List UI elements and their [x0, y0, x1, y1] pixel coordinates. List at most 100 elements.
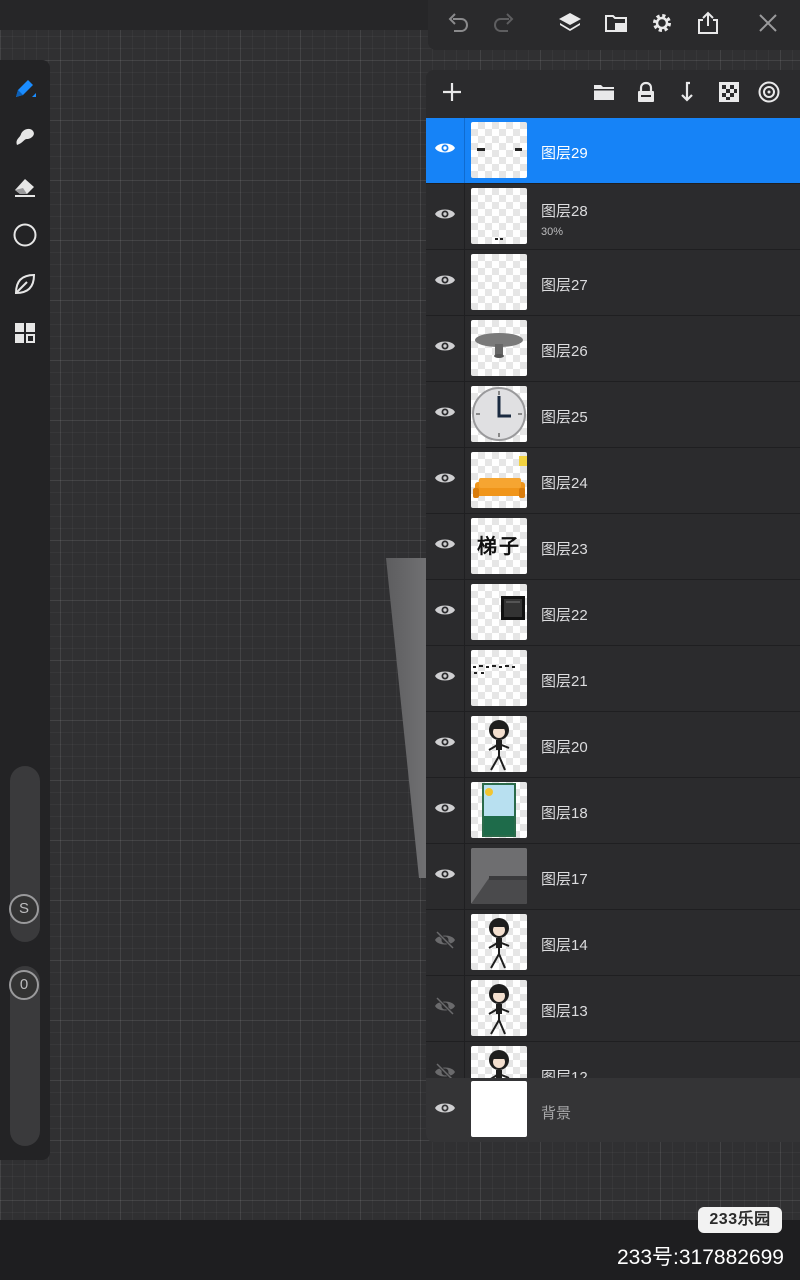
visibility-toggle[interactable] — [433, 334, 457, 362]
size-knob[interactable]: S — [9, 894, 39, 924]
layer-thumbnail — [471, 782, 527, 838]
layers-panel: 图层29 图层28 30% 图层27 图层26 图层25 图层24 梯子 图层23 图层22 图层2… — [426, 70, 800, 1142]
shape-tool[interactable] — [9, 221, 41, 253]
eraser-tool[interactable] — [9, 172, 41, 204]
visibility-toggle[interactable] — [433, 796, 457, 824]
opacity-knob[interactable]: 0 — [9, 970, 39, 1000]
layer-row[interactable]: 梯子 图层23 — [426, 514, 800, 580]
visibility-toggle[interactable] — [433, 1096, 457, 1124]
layer-row[interactable]: 图层28 30% — [426, 184, 800, 250]
row-divider — [464, 184, 465, 249]
layer-row[interactable]: 图层13 — [426, 976, 800, 1042]
merge-down-icon — [675, 80, 699, 109]
background-layer-row[interactable]: 背景 — [426, 1078, 800, 1142]
layer-row[interactable]: 图层12 — [426, 1042, 800, 1078]
layer-name: 图层17 — [541, 871, 588, 888]
opacity-slider[interactable]: 0 — [9, 966, 40, 1146]
layer-name: 图层20 — [541, 739, 588, 756]
liquify-tool[interactable] — [9, 270, 41, 302]
brush-icon — [12, 75, 38, 106]
brush-tool[interactable] — [9, 74, 41, 106]
visibility-toggle[interactable] — [433, 664, 457, 692]
row-divider — [464, 580, 465, 645]
layer-row[interactable]: 图层22 — [426, 580, 800, 646]
undo-button[interactable] — [442, 9, 474, 41]
row-divider — [464, 448, 465, 513]
new-folder-button[interactable] — [588, 78, 620, 110]
smudge-tool[interactable] — [9, 123, 41, 155]
visibility-toggle[interactable] — [433, 598, 457, 626]
row-divider — [464, 316, 465, 381]
import-button[interactable] — [600, 9, 632, 41]
layer-row[interactable]: 图层21 — [426, 646, 800, 712]
layers-icon — [557, 10, 583, 41]
left-toolbar: S 0 — [0, 60, 50, 1160]
visibility-toggle[interactable] — [433, 136, 457, 164]
visibility-toggle[interactable] — [433, 202, 457, 230]
layer-row[interactable]: 图层25 — [426, 382, 800, 448]
visibility-toggle[interactable] — [433, 730, 457, 758]
transparency-button[interactable] — [713, 78, 745, 110]
blend-icon — [757, 80, 781, 109]
row-divider — [464, 844, 465, 909]
brush-size-slider[interactable]: S — [9, 766, 40, 942]
layer-thumbnail — [471, 254, 527, 310]
layer-row[interactable]: 图层18 — [426, 778, 800, 844]
settings-button[interactable] — [646, 9, 678, 41]
row-divider — [464, 1042, 465, 1078]
layer-row[interactable]: 图层17 — [426, 844, 800, 910]
eye-icon — [434, 335, 456, 362]
merge-down-button[interactable] — [671, 78, 703, 110]
layer-thumbnail — [471, 1081, 527, 1137]
eye-icon — [434, 203, 456, 230]
eye-icon — [434, 599, 456, 626]
layer-thumbnail — [471, 914, 527, 970]
layers-list[interactable]: 图层29 图层28 30% 图层27 图层26 图层25 图层24 梯子 图层23 图层22 图层2… — [426, 118, 800, 1078]
layer-row[interactable]: 图层14 — [426, 910, 800, 976]
layer-name: 图层21 — [541, 673, 588, 690]
visibility-toggle[interactable] — [433, 928, 457, 956]
row-divider — [464, 976, 465, 1041]
layer-name: 图层22 — [541, 607, 588, 624]
layer-thumbnail — [471, 650, 527, 706]
layer-row[interactable]: 图层20 — [426, 712, 800, 778]
layers-button[interactable] — [554, 9, 586, 41]
layer-opacity: 30% — [541, 226, 564, 238]
close-button[interactable] — [752, 9, 784, 41]
layer-name: 图层13 — [541, 1003, 588, 1020]
layer-thumbnail — [471, 1046, 527, 1078]
visibility-toggle[interactable] — [433, 466, 457, 494]
visibility-toggle[interactable] — [433, 268, 457, 296]
add-layer-button[interactable] — [436, 78, 468, 110]
lock-layer-button[interactable] — [630, 78, 662, 110]
layer-thumbnail — [471, 452, 527, 508]
shape-icon — [12, 222, 38, 253]
layer-name: 图层23 — [541, 541, 588, 558]
share-icon — [695, 10, 721, 41]
footer-id-text: 233号:317882699 — [617, 1246, 784, 1269]
layer-row[interactable]: 图层26 — [426, 316, 800, 382]
eye-icon — [434, 731, 456, 758]
eraser-icon — [12, 173, 38, 204]
visibility-toggle[interactable] — [433, 862, 457, 890]
visibility-toggle[interactable] — [433, 1060, 457, 1078]
row-divider — [464, 514, 465, 579]
layer-row[interactable]: 图层29 — [426, 118, 800, 184]
visibility-toggle[interactable] — [433, 400, 457, 428]
folder-icon — [592, 80, 616, 109]
layer-name: 图层14 — [541, 937, 588, 954]
share-button[interactable] — [692, 9, 724, 41]
materials-tool[interactable] — [9, 319, 41, 351]
layer-row[interactable]: 图层27 — [426, 250, 800, 316]
blend-mode-button[interactable] — [753, 78, 785, 110]
visibility-toggle[interactable] — [433, 994, 457, 1022]
visibility-toggle[interactable] — [433, 532, 457, 560]
layer-name: 图层24 — [541, 475, 588, 492]
layer-row[interactable]: 图层24 — [426, 448, 800, 514]
redo-icon — [491, 10, 517, 41]
redo-button[interactable] — [488, 9, 520, 41]
layer-thumbnail — [471, 188, 527, 244]
eye-hidden-icon — [434, 1061, 456, 1078]
layer-thumbnail — [471, 716, 527, 772]
layer-name: 图层18 — [541, 805, 588, 822]
